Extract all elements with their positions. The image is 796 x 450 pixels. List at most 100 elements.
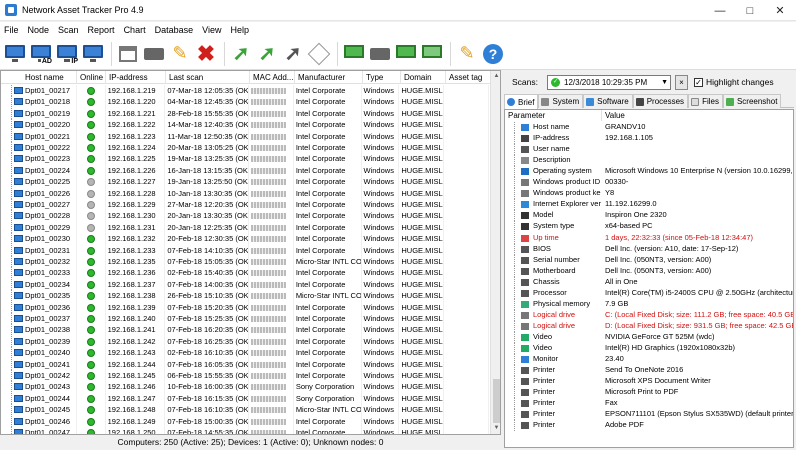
table-row[interactable]: Dpt01_00245 192.168.1.248 07-Feb-18 16:10:… — [1, 404, 489, 416]
scroll-thumb[interactable] — [493, 379, 500, 423]
table-row[interactable]: Dpt01_00222 192.168.1.224 20-Mar-18 13:05:… — [1, 142, 489, 154]
table-row[interactable]: Dpt01_00221 192.168.1.223 11-Mar-18 12:50:… — [1, 130, 489, 142]
help-button[interactable]: ? — [481, 42, 505, 66]
scans-dropdown[interactable]: ✓ 12/3/2018 10:29:35 PM ▼ — [547, 74, 671, 90]
col-domain[interactable]: Domain — [401, 71, 446, 84]
property-row[interactable]: Host name GRANDV10 — [505, 122, 793, 133]
menu-database[interactable]: Database — [151, 25, 199, 35]
table-row[interactable]: Dpt01_00233 192.168.1.236 02-Feb-18 15:40:… — [1, 267, 489, 279]
property-row[interactable]: Printer Send To OneNote 2016 — [505, 365, 793, 377]
add-range-button[interactable] — [81, 42, 105, 66]
property-row[interactable]: Windows product ke Y8 — [505, 188, 793, 200]
tab-software[interactable]: Software — [583, 94, 633, 108]
menu-help[interactable]: Help — [226, 25, 254, 35]
property-row[interactable]: Operating system Microsoft Windows 10 Ent… — [505, 166, 793, 178]
table-row[interactable]: Dpt01_00226 192.168.1.228 10-Jan-18 13:30:… — [1, 187, 489, 199]
property-row[interactable]: System type x64-based PC — [505, 221, 793, 233]
clear-scan-button[interactable]: × — [675, 74, 688, 90]
close-button[interactable]: ✕ — [765, 0, 795, 21]
table-row[interactable]: Dpt01_00239 192.168.1.242 07-Feb-18 16:25:… — [1, 335, 489, 348]
tab-files[interactable]: Files — [688, 94, 723, 108]
property-row[interactable]: BIOS Dell Inc. (version: A10, date: 17-Se… — [505, 243, 793, 255]
maximize-button[interactable]: □ — [735, 0, 765, 21]
property-row[interactable]: Description — [505, 155, 793, 167]
wizard-button[interactable]: ✎ — [455, 42, 479, 66]
scroll-up-icon[interactable]: ▲ — [491, 71, 500, 82]
table-row[interactable]: Dpt01_00231 192.168.1.233 07-Feb-18 14:10:… — [1, 244, 489, 256]
stop-scan-button[interactable]: ➚ — [281, 42, 305, 66]
col-online[interactable]: Online — [77, 71, 106, 84]
monitor-button[interactable] — [394, 42, 418, 66]
property-row[interactable]: Printer Fax — [505, 398, 793, 410]
table-row[interactable]: Dpt01_00232 192.168.1.235 07-Feb-18 15:05:… — [1, 256, 489, 268]
tab-brief[interactable]: Brief — [504, 94, 539, 109]
property-row[interactable]: Logical drive C: (Local Fixed Disk; size:… — [505, 309, 793, 321]
scroll-down-icon[interactable]: ▼ — [491, 423, 500, 434]
property-row[interactable]: Serial number Dell Inc. (050NT3, version:… — [505, 254, 793, 266]
table-row[interactable]: Dpt01_00223 192.168.1.225 19-Mar-18 13:25:… — [1, 153, 489, 165]
table-row[interactable]: Dpt01_00235 192.168.1.238 26-Feb-18 15:10:… — [1, 290, 489, 302]
table-row[interactable]: Dpt01_00230 192.168.1.232 20-Feb-18 12:30:… — [1, 233, 489, 245]
table-row[interactable]: Dpt01_00220 192.168.1.222 14-Mar-18 12:40:… — [1, 119, 489, 131]
table-row[interactable]: Dpt01_00236 192.168.1.239 07-Feb-18 15:20:… — [1, 301, 489, 313]
menu-scan[interactable]: Scan — [54, 25, 84, 35]
property-row[interactable]: Model Inspiron One 2320 — [505, 210, 793, 222]
chart-button[interactable] — [420, 42, 444, 66]
scan-selected-button[interactable]: ➚ — [229, 42, 253, 66]
table-row[interactable]: Dpt01_00246 192.168.1.249 07-Feb-18 15:00:… — [1, 415, 489, 427]
table-row[interactable]: Dpt01_00217 192.168.1.219 07-Mar-18 12:05:… — [1, 85, 489, 97]
table-row[interactable]: Dpt01_00243 192.168.1.246 10-Feb-18 16:00:… — [1, 381, 489, 393]
table-row[interactable]: Dpt01_00242 192.168.1.245 06-Feb-18 15:55:… — [1, 370, 489, 382]
col-type[interactable]: Type — [363, 71, 401, 84]
menu-file[interactable]: File — [0, 25, 24, 35]
col-mac[interactable]: MAC Add... — [250, 71, 295, 84]
menu-node[interactable]: Node — [24, 25, 55, 35]
tag-button[interactable] — [307, 42, 331, 66]
col-host-name[interactable]: Host name — [1, 71, 77, 84]
table-row[interactable]: Dpt01_00218 192.168.1.220 04-Mar-18 12:45:… — [1, 96, 489, 108]
add-ad-button[interactable]: AD — [29, 42, 53, 66]
table-row[interactable]: Dpt01_00247 192.168.1.250 07-Feb-18 14:55:… — [1, 427, 489, 434]
property-row[interactable]: Printer Adobe PDF — [505, 420, 793, 432]
add-ip-button[interactable]: IP — [55, 42, 79, 66]
add-computer-button[interactable] — [3, 42, 27, 66]
table-row[interactable]: Dpt01_00240 192.168.1.243 02-Feb-18 16:10:… — [1, 347, 489, 359]
menu-chart[interactable]: Chart — [120, 25, 151, 35]
tab-system[interactable]: System — [538, 94, 584, 108]
property-row[interactable]: Video NVIDIA GeForce GT 525M (wdc) — [505, 331, 793, 343]
property-row[interactable]: User name — [505, 144, 793, 156]
menu-report[interactable]: Report — [84, 25, 120, 35]
col-manufacturer[interactable]: Manufacturer — [295, 71, 363, 84]
table-row[interactable]: Dpt01_00229 192.168.1.231 20-Jan-18 12:25:… — [1, 221, 489, 234]
export-button[interactable] — [342, 42, 366, 66]
property-row[interactable]: Printer EPSON711101 (Epson Stylus SX535WD… — [505, 409, 793, 421]
delete-button[interactable]: ✖ — [194, 42, 218, 66]
property-row[interactable]: Printer Microsoft XPS Document Writer — [505, 376, 793, 388]
col-ip-address[interactable]: IP-address — [106, 71, 166, 84]
highlight-changes-checkbox[interactable]: ✓ — [694, 77, 703, 87]
minimize-button[interactable]: — — [705, 0, 735, 21]
table-row[interactable]: Dpt01_00225 192.168.1.227 19-Jan-18 13:25:… — [1, 176, 489, 188]
menu-view[interactable]: View — [198, 25, 226, 35]
table-row[interactable]: Dpt01_00237 192.168.1.240 07-Feb-18 15:25:… — [1, 313, 489, 325]
property-row[interactable]: Logical drive D: (Local Fixed Disk; size:… — [505, 320, 793, 332]
property-row[interactable]: IP-address 192.168.1.105 — [505, 133, 793, 145]
tab-processes[interactable]: Processes — [632, 94, 689, 108]
property-row[interactable]: Printer Microsoft Print to PDF — [505, 387, 793, 399]
property-row[interactable]: Monitor 23.40 — [505, 354, 793, 366]
vertical-scrollbar[interactable]: ▲ ▼ — [490, 71, 500, 434]
property-row[interactable]: Motherboard Dell Inc. (050NT3, version: A… — [505, 265, 793, 277]
scan-printer-button[interactable] — [142, 42, 166, 66]
table-row[interactable]: Dpt01_00227 192.168.1.229 27-Mar-18 12:20:… — [1, 199, 489, 211]
property-row[interactable]: Windows product ID 00330- — [505, 177, 793, 189]
table-row[interactable]: Dpt01_00241 192.168.1.244 07-Feb-18 16:05:… — [1, 358, 489, 370]
table-row[interactable]: Dpt01_00224 192.168.1.226 16-Jan-18 13:15:… — [1, 164, 489, 177]
scan-all-button[interactable]: ➚ — [255, 42, 279, 66]
property-row[interactable]: Processor Intel(R) Core(TM) i5-2400S CPU … — [505, 287, 793, 299]
table-row[interactable]: Dpt01_00234 192.168.1.237 07-Feb-18 14:00:… — [1, 278, 489, 291]
edit-button[interactable]: ✎ — [168, 42, 192, 66]
table-row[interactable]: Dpt01_00219 192.168.1.221 28-Feb-18 15:55:… — [1, 107, 489, 120]
report-button[interactable] — [368, 42, 392, 66]
col-value[interactable]: Value — [602, 110, 793, 121]
property-row[interactable]: Video Intel(R) HD Graphics (1920x1080x32b… — [505, 343, 793, 354]
